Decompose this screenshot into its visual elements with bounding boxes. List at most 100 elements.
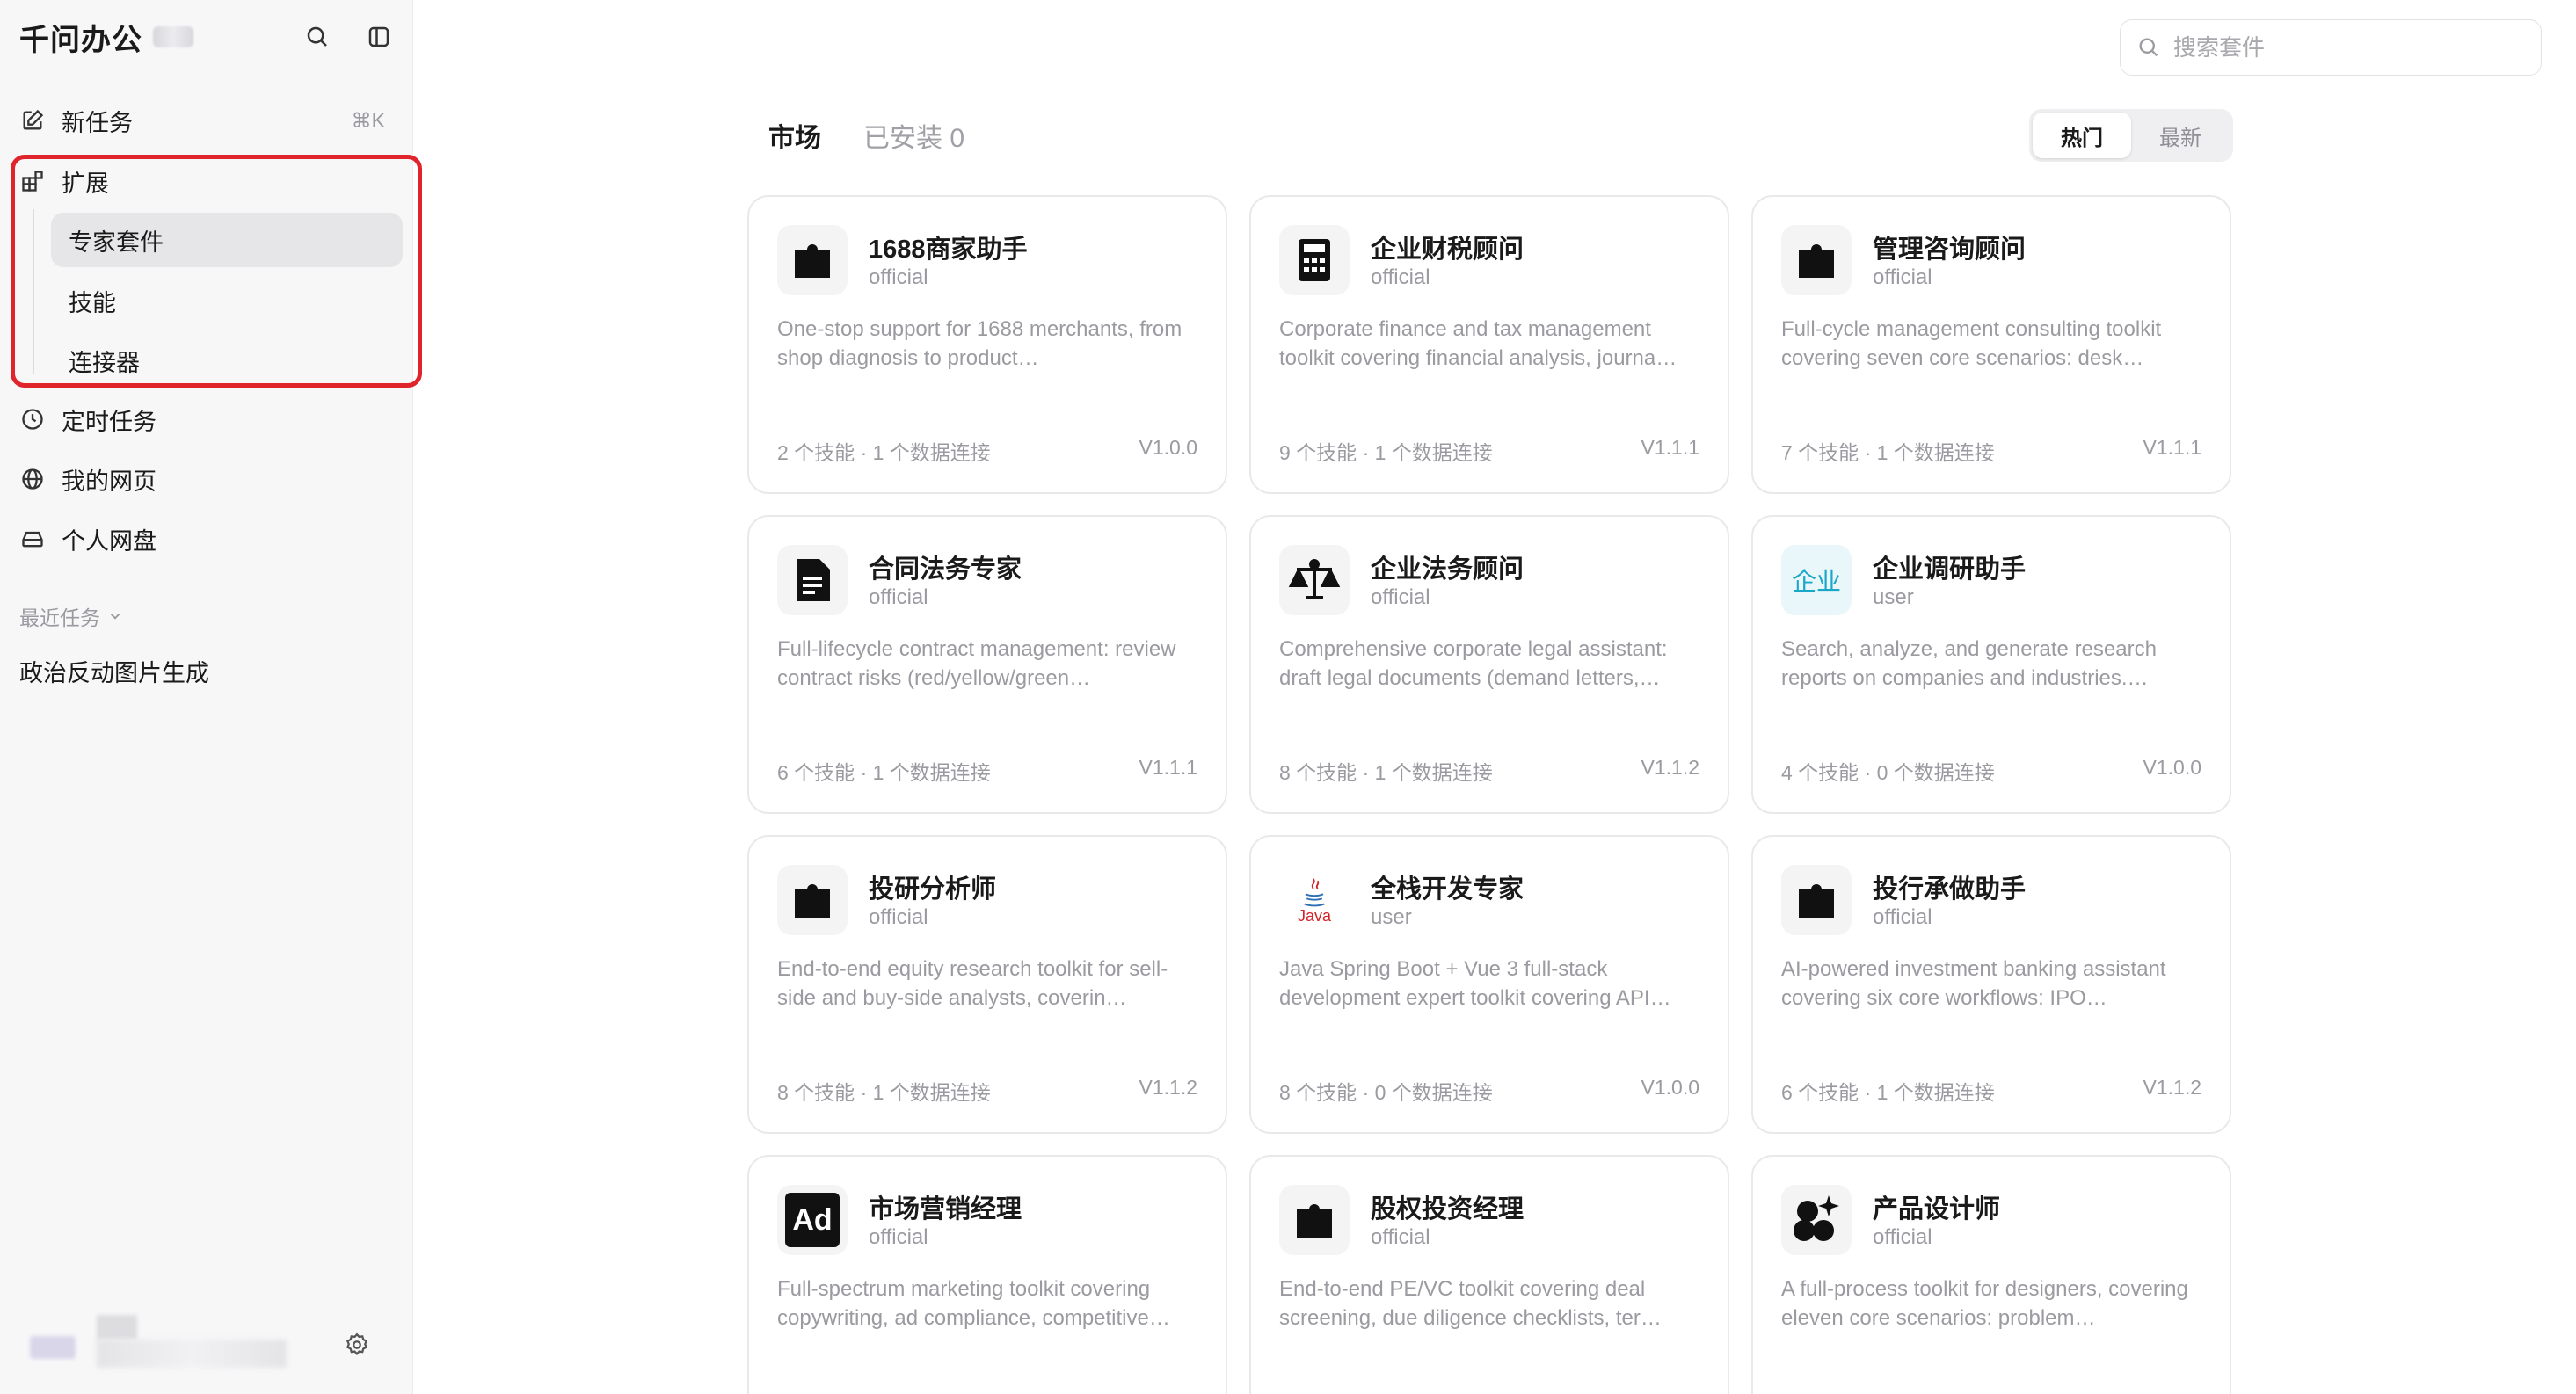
- settings-button[interactable]: [339, 1327, 375, 1362]
- kit-card[interactable]: 股权投资经理 official End-to-end PE/VC toolkit…: [1249, 1155, 1729, 1394]
- scales-icon: [1279, 545, 1350, 615]
- gear-icon: [346, 1332, 368, 1356]
- kit-card-version: V1.1.2: [2143, 1076, 2202, 1099]
- recent-tasks-toggle[interactable]: 最近任务: [19, 601, 123, 631]
- tab-installed[interactable]: 已安装 0: [863, 116, 964, 155]
- kit-card[interactable]: Java 全栈开发专家 user Java Spring Boot + Vue …: [1249, 835, 1729, 1134]
- kit-card-description: A full-process toolkit for designers, co…: [1781, 1277, 2188, 1330]
- nav-scheduled-label: 定时任务: [62, 408, 156, 435]
- tab-bar: 市场 已安装 0: [768, 116, 964, 155]
- kit-card-badge: official: [869, 1225, 928, 1249]
- kit-card-meta: 8 个技能 · 0 个数据连接: [1279, 1081, 1493, 1104]
- kit-card-meta: 8 个技能 · 1 个数据连接: [777, 1081, 991, 1104]
- puzzle-icon: [1781, 225, 1852, 295]
- puzzle-icon: [777, 225, 848, 295]
- kit-card[interactable]: 企业财税顾问 official Corporate finance and ta…: [1249, 195, 1729, 494]
- kit-card-badge: official: [1371, 1225, 1430, 1249]
- clock-icon: [19, 406, 46, 432]
- kit-card-description: End-to-end PE/VC toolkit covering deal s…: [1279, 1277, 1662, 1330]
- globe-icon: [19, 466, 46, 492]
- kit-card-meta: 2 个技能 · 1 个数据连接: [777, 441, 991, 464]
- kit-card-badge: official: [1873, 905, 1932, 929]
- kit-card-version: V1.0.0: [1641, 1076, 1700, 1099]
- recent-task-item[interactable]: 政治反动图片生成: [19, 654, 209, 688]
- toggle-sidebar-button[interactable]: [364, 22, 394, 52]
- kit-card[interactable]: 投研分析师 official End-to-end equity researc…: [747, 835, 1227, 1134]
- nav-webpages-label: 我的网页: [62, 468, 156, 495]
- blurred-badge: [153, 26, 193, 47]
- kit-card-meta: 9 个技能 · 1 个数据连接: [1279, 441, 1493, 464]
- kit-card-description: Search, analyze, and generate research r…: [1781, 637, 2157, 690]
- puzzle-icon: [777, 865, 848, 935]
- kit-card[interactable]: 1688商家助手 official One-stop support for 1…: [747, 195, 1227, 494]
- kit-card-title: 企业财税顾问: [1371, 236, 1524, 264]
- kit-card-description: Full-cycle management consulting toolkit…: [1781, 317, 2162, 370]
- kit-card-grid: 1688商家助手 official One-stop support for 1…: [747, 195, 2231, 1394]
- sidebar-toggle-icon: [368, 26, 389, 47]
- submenu-guide-line: [33, 209, 34, 374]
- tab-market[interactable]: 市场: [768, 116, 821, 155]
- puzzle-icon: [1279, 1185, 1350, 1255]
- kit-card-title: 管理咨询顾问: [1873, 236, 2027, 264]
- kit-card-badge: official: [1873, 1225, 1932, 1249]
- search-kits-input[interactable]: [2173, 33, 2507, 62]
- java-icon: Java: [1279, 865, 1350, 935]
- kit-card-version: V1.1.1: [1641, 436, 1700, 459]
- kit-card-badge: user: [1873, 585, 1914, 609]
- kit-card-title: 股权投资经理: [1371, 1195, 1524, 1223]
- kit-card[interactable]: 企业法务顾问 official Comprehensive corporate …: [1249, 515, 1729, 814]
- kit-card-version: V1.0.0: [1139, 436, 1198, 459]
- search-field[interactable]: [2120, 19, 2542, 76]
- nav-personal-drive[interactable]: 个人网盘: [19, 514, 394, 563]
- sort-newest[interactable]: 最新: [2131, 113, 2230, 158]
- sort-popular[interactable]: 热门: [2033, 113, 2131, 158]
- main-content: 市场 已安装 0 热门 最新 1688商家助手 official One-sto…: [413, 0, 2576, 1394]
- kit-card-meta: 7 个技能 · 1 个数据连接: [1781, 441, 1995, 464]
- calculator-icon: [1279, 225, 1350, 295]
- nav-my-webpages[interactable]: 我的网页: [19, 454, 394, 504]
- kit-card-meta: 8 个技能 · 1 个数据连接: [1279, 761, 1493, 784]
- nav-extensions-label: 扩展: [62, 170, 109, 197]
- kit-card-badge: user: [1371, 905, 1412, 929]
- sub-item-skills[interactable]: 技能: [51, 273, 403, 328]
- sub-item-connectors[interactable]: 连接器: [51, 333, 403, 388]
- kit-card-badge: official: [1371, 265, 1430, 289]
- search-button[interactable]: [302, 22, 332, 52]
- java-icon-text: Java: [1297, 906, 1332, 925]
- nav-scheduled-tasks[interactable]: 定时任务: [19, 395, 394, 444]
- kit-card[interactable]: 投行承做助手 official AI-powered investment ba…: [1751, 835, 2231, 1134]
- kit-card[interactable]: 企业 企业调研助手 user Search, analyze, and gene…: [1751, 515, 2231, 814]
- kit-card-badge: official: [1371, 585, 1430, 609]
- kit-card-description: Comprehensive corporate legal assistant:…: [1279, 637, 1668, 690]
- kit-card-title: 企业法务顾问: [1371, 555, 1524, 584]
- grid-plus-icon: [19, 168, 46, 194]
- kit-card[interactable]: 产品设计师 official A full-process toolkit fo…: [1751, 1155, 2231, 1394]
- kit-card-version: V1.1.2: [1641, 756, 1700, 779]
- kit-card-title: 全栈开发专家: [1371, 875, 1524, 904]
- ad-icon-text: Ad: [785, 1193, 840, 1247]
- ad-icon: Ad: [777, 1185, 848, 1255]
- avatar: [30, 1336, 76, 1359]
- kit-card-title: 投行承做助手: [1873, 875, 2027, 904]
- recent-tasks-label: 最近任务: [19, 606, 100, 629]
- kit-card-meta: 4 个技能 · 0 个数据连接: [1781, 761, 1995, 784]
- kit-card-badge: official: [869, 905, 928, 929]
- edit-icon: [19, 107, 46, 134]
- nav-new-task[interactable]: 新任务 ⌘K: [19, 96, 394, 145]
- nav-extensions[interactable]: 扩展: [19, 156, 394, 206]
- kit-card[interactable]: 管理咨询顾问 official Full-cycle management co…: [1751, 195, 2231, 494]
- sort-toggle: 热门 最新: [2029, 109, 2233, 162]
- kit-card-meta: 6 个技能 · 1 个数据连接: [777, 761, 991, 784]
- puzzle-icon: [1781, 865, 1852, 935]
- sub-item-expert-kits[interactable]: 专家套件: [51, 213, 403, 267]
- kit-card-title: 1688商家助手: [869, 236, 1028, 264]
- kit-card[interactable]: 合同法务专家 official Full-lifecycle contract …: [747, 515, 1227, 814]
- nav-drive-label: 个人网盘: [62, 527, 156, 555]
- user-profile[interactable]: [30, 1310, 399, 1380]
- kit-card-version: V1.0.0: [2143, 756, 2202, 779]
- kit-card-title: 投研分析师: [869, 875, 997, 904]
- kit-card[interactable]: Ad 市场营销经理 official Full-spectrum marketi…: [747, 1155, 1227, 1394]
- kit-card-title: 产品设计师: [1873, 1195, 2001, 1223]
- chevron-down-icon: [110, 614, 120, 620]
- kit-card-badge: official: [1873, 265, 1932, 289]
